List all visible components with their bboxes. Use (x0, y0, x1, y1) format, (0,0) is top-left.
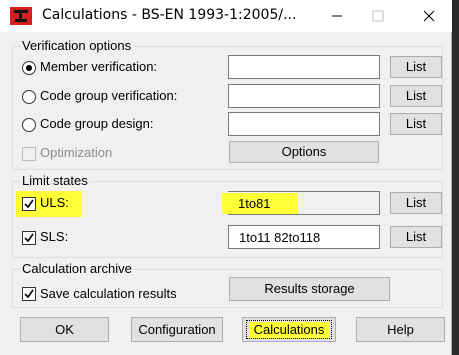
optimization-label: Optimization (40, 145, 113, 160)
sls-field[interactable]: 1to11 82to118 (228, 225, 380, 249)
checkmark-icon (24, 233, 34, 243)
member-verification-radio[interactable] (22, 61, 36, 75)
sls-list-button[interactable]: List (390, 226, 442, 248)
title-bar: Calculations - BS-EN 1993-1:2005/... (0, 0, 452, 32)
member-list-button[interactable]: List (390, 56, 442, 78)
close-icon (423, 10, 435, 22)
help-button[interactable]: Help (356, 317, 445, 342)
checkmark-icon (24, 199, 34, 209)
uls-checkbox[interactable] (22, 197, 36, 211)
code-group-verification-list-button[interactable]: List (390, 85, 442, 107)
code-group-verification-label: Code group verification: (40, 88, 178, 103)
close-button[interactable] (408, 0, 452, 32)
uls-list-button[interactable]: List (390, 192, 442, 214)
uls-label: ULS: (40, 195, 69, 210)
sls-checkbox[interactable] (22, 231, 36, 245)
save-results-checkbox[interactable] (22, 287, 36, 301)
code-group-design-field[interactable] (228, 112, 380, 136)
results-storage-button[interactable]: Results storage (229, 277, 390, 301)
member-verification-label: Member verification: (40, 59, 158, 74)
checkmark-icon (24, 289, 34, 299)
limit-states-title: Limit states (20, 173, 90, 188)
optimization-checkbox[interactable] (22, 147, 36, 161)
save-results-label: Save calculation results (40, 286, 177, 301)
maximize-button[interactable] (357, 0, 401, 32)
verification-options-title: Verification options (20, 38, 134, 53)
minimize-button[interactable] (316, 0, 360, 32)
calculations-dialog: Calculations - BS-EN 1993-1:2005/... Ver… (0, 0, 452, 355)
maximize-icon (372, 10, 384, 22)
code-group-design-radio[interactable] (22, 118, 36, 132)
calculations-button[interactable]: Calculations (242, 317, 336, 342)
minimize-icon (332, 15, 342, 17)
code-group-verification-field[interactable] (228, 84, 380, 108)
configuration-button[interactable]: Configuration (131, 317, 223, 342)
calculations-label: Calculations (253, 322, 325, 337)
uls-field[interactable]: 1to81 (228, 191, 380, 215)
member-verification-field[interactable] (228, 55, 380, 79)
ok-button[interactable]: OK (20, 317, 109, 342)
sls-label: SLS: (40, 229, 69, 244)
code-group-design-list-button[interactable]: List (390, 113, 442, 135)
options-button[interactable]: Options (229, 141, 379, 163)
code-group-verification-radio[interactable] (22, 90, 36, 104)
code-group-design-label: Code group design: (40, 116, 154, 131)
window-title: Calculations - BS-EN 1993-1:2005/... (42, 7, 297, 23)
calculation-archive-title: Calculation archive (20, 261, 134, 276)
app-logo-icon (10, 7, 32, 25)
